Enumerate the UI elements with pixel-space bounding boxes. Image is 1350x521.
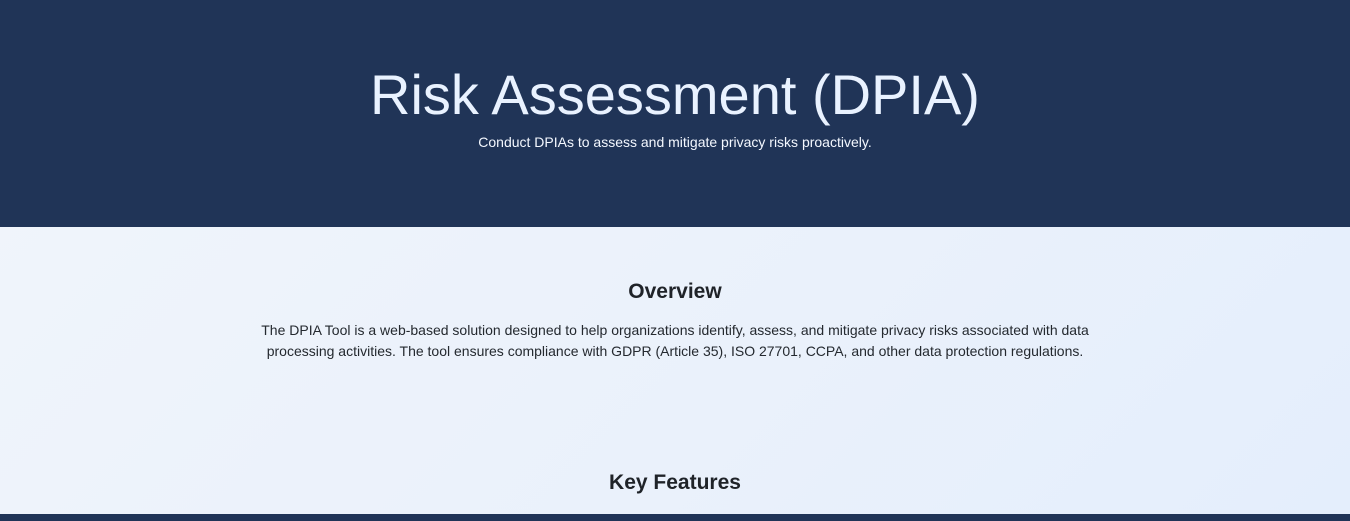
hero-banner: Risk Assessment (DPIA) Conduct DPIAs to …	[0, 0, 1350, 227]
key-features-heading: Key Features	[609, 471, 741, 494]
next-section-band	[0, 514, 1350, 521]
page-subtitle: Conduct DPIAs to assess and mitigate pri…	[478, 134, 872, 150]
overview-heading: Overview	[628, 280, 722, 303]
page-title: Risk Assessment (DPIA)	[370, 63, 980, 126]
overview-description: The DPIA Tool is a web-based solution de…	[261, 322, 1089, 359]
dpia-page: Risk Assessment (DPIA) Conduct DPIAs to …	[0, 0, 1350, 521]
